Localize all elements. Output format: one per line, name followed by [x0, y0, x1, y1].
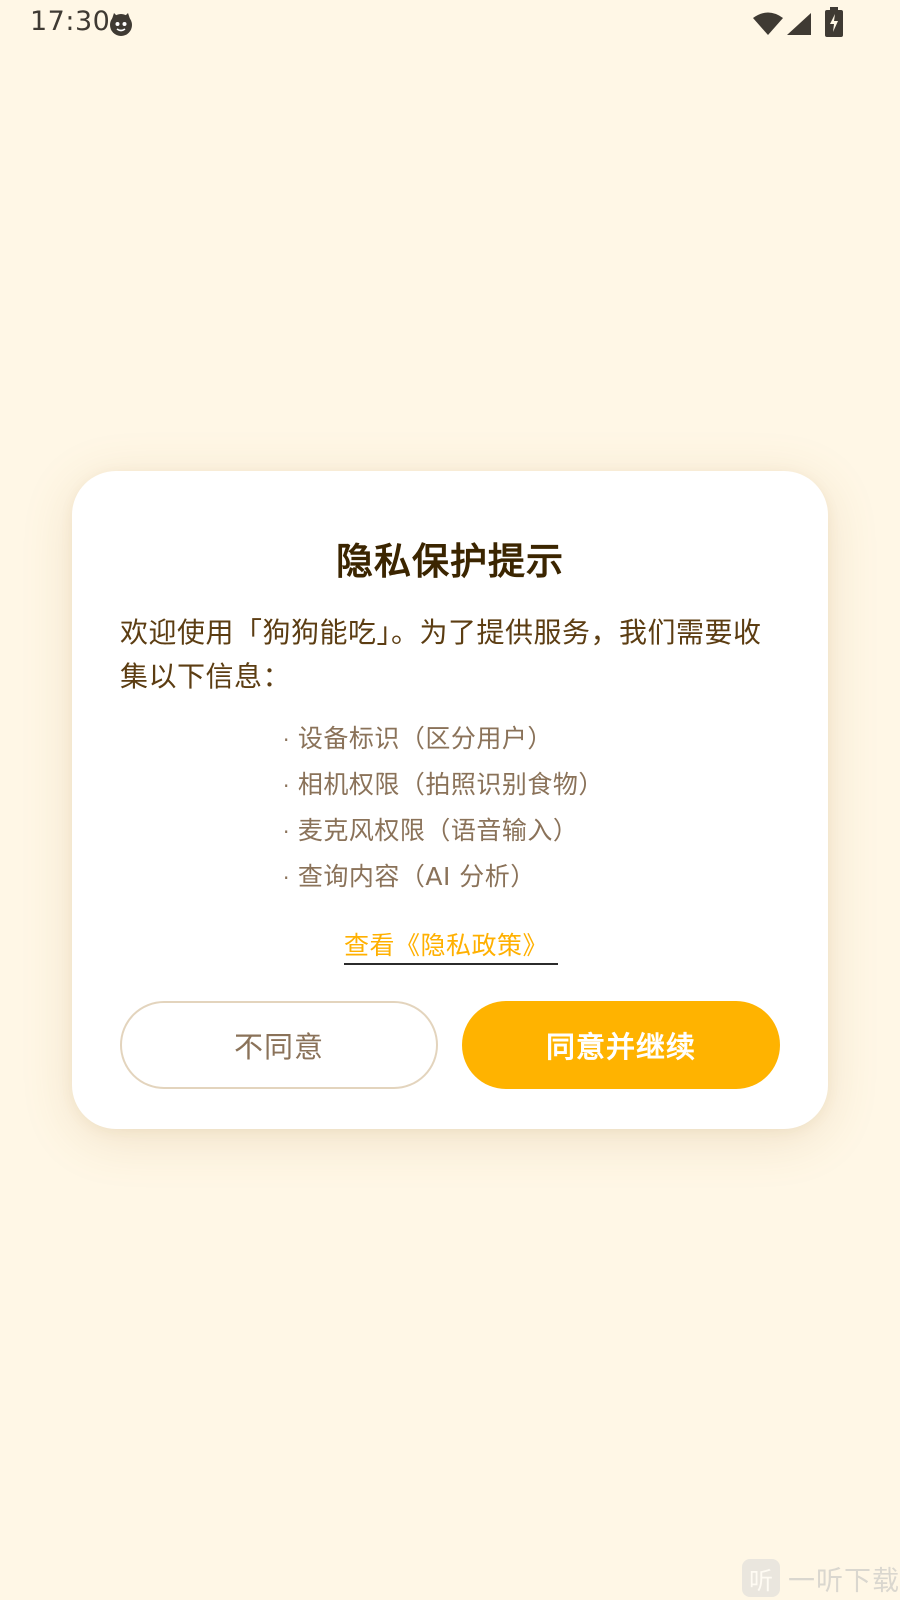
- app-face-icon: [110, 13, 132, 36]
- list-item-label: 麦克风权限（语音输入）: [297, 816, 579, 845]
- dialog-title: 隐私保护提示: [336, 540, 564, 583]
- list-item: · 麦克风权限（语音输入）: [283, 808, 743, 854]
- list-item-label: 查询内容（AI 分析）: [297, 862, 536, 891]
- list-item-label: 设备标识（区分用户）: [297, 724, 553, 753]
- list-item-label: 相机权限（拍照识别食物）: [297, 770, 604, 799]
- privacy-policy-link[interactable]: 查看《隐私政策》: [344, 926, 559, 965]
- watermark-text: 一听下载: [788, 1565, 900, 1597]
- privacy-dialog: 隐私保护提示 欢迎使用「狗狗能吃」。为了提供服务，我们需要收集以下信息： · 设备…: [72, 471, 828, 1129]
- battery-charging-icon: [825, 7, 843, 37]
- decline-button[interactable]: 不同意: [120, 1001, 438, 1089]
- accept-continue-button[interactable]: 同意并继续: [462, 1001, 780, 1089]
- wifi-icon: [753, 12, 783, 35]
- bullet-mark: ·: [283, 774, 290, 798]
- collected-info-list: · 设备标识（区分用户） · 相机权限（拍照识别食物） · 麦克风权限（语音输入） ·…: [283, 716, 743, 900]
- status-bar: 17:30: [0, 0, 900, 48]
- watermark-logo: 听: [742, 1559, 780, 1597]
- bullet-mark: ·: [283, 866, 290, 890]
- bullet-mark: ·: [283, 728, 290, 752]
- watermark: 听 一听下载: [742, 1558, 900, 1598]
- cell-signal-icon: [787, 13, 811, 35]
- bullet-mark: ·: [283, 820, 290, 844]
- list-item: · 查询内容（AI 分析）: [283, 854, 743, 900]
- list-item: · 设备标识（区分用户）: [283, 716, 743, 762]
- list-item: · 相机权限（拍照识别食物）: [283, 762, 743, 808]
- dialog-intro-text: 欢迎使用「狗狗能吃」。为了提供服务，我们需要收集以下信息：: [120, 616, 762, 693]
- status-time: 17:30: [30, 6, 111, 37]
